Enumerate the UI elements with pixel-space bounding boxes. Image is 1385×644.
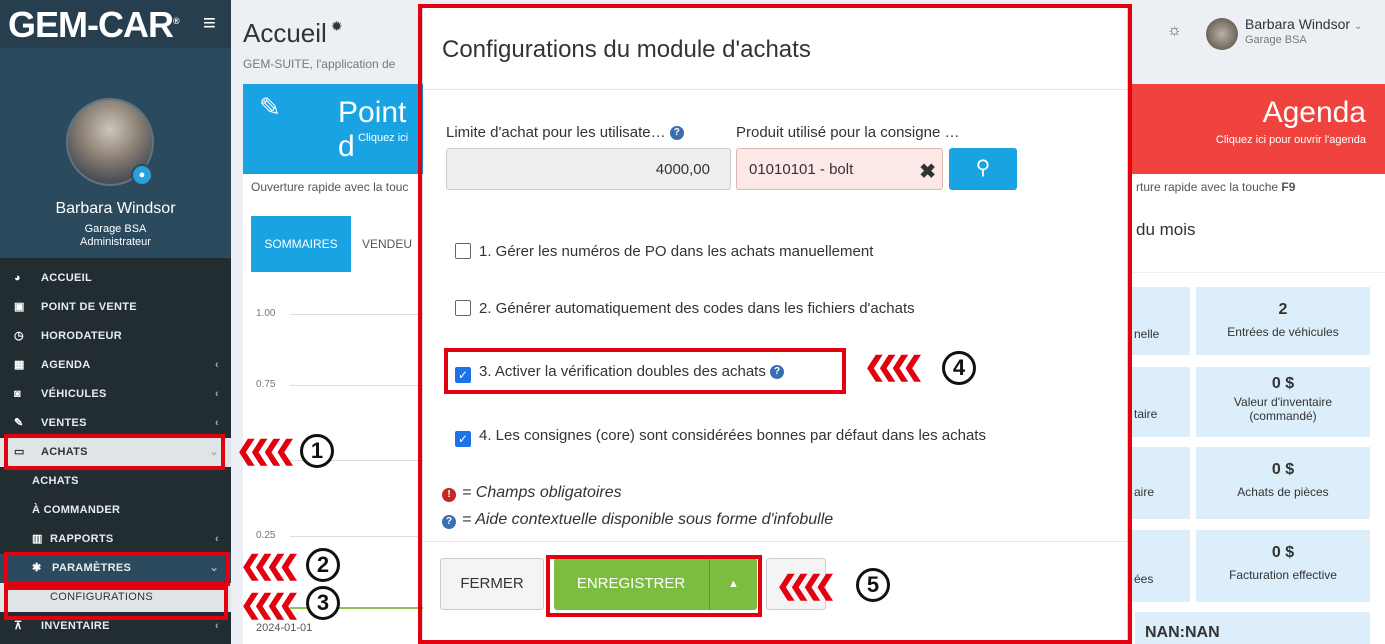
sidebar-item-agenda[interactable]: ▦ AGENDA ‹ [0, 351, 231, 380]
topbar-garage: Garage BSA [1245, 34, 1307, 46]
gear-icon[interactable]: ✹ [331, 18, 343, 34]
tile-title: Point d [338, 96, 407, 163]
sidebar-item-point-de-vente[interactable]: ▣ POINT DE VENTE [0, 293, 231, 322]
sidebar-item-accueil[interactable]: ◕ ACCUEIL [0, 264, 231, 293]
clock-icon: ◷ [14, 330, 24, 342]
callout-arrow: ❮❮❮❮ [240, 589, 300, 619]
user-badge-icon: ● [131, 164, 153, 186]
sidebar-role: Administrateur [80, 236, 151, 248]
sidebar-item-label: ACCUEIL [41, 272, 92, 284]
y-tick: 0.75 [256, 379, 276, 390]
highlight-checkbox-3 [444, 348, 846, 394]
stat-left-label: ées [1128, 530, 1190, 602]
highlight-configurations [4, 586, 228, 620]
month-title: du mois [1136, 220, 1196, 239]
calendar-icon: ▦ [14, 359, 25, 371]
highlight-save [546, 555, 762, 617]
stat-card[interactable]: 0 $ Achats de pièces [1196, 447, 1370, 519]
sidebar-item-label: HORODATEUR [41, 330, 123, 342]
sidebar-subitem-achats[interactable]: ACHATS [0, 467, 231, 496]
y-tick: 1.00 [256, 308, 276, 319]
logo-text: GEM-CAR [8, 4, 174, 45]
stat-card[interactable]: 0 $ Valeur d'inventaire (commandé) [1196, 367, 1370, 437]
sidebar-subitem-rapports[interactable]: ▥ RAPPORTS ‹ [0, 525, 231, 554]
stat-label: Facturation effective [1229, 568, 1337, 582]
stat-label: Achats de pièces [1237, 485, 1329, 499]
tab-vendeurs[interactable]: VENDEU [362, 216, 412, 272]
topbar-user-name[interactable]: Barbara Windsor ⌄ [1245, 16, 1362, 32]
callout-arrow: ❮❮❮❮ [776, 570, 836, 600]
callout-arrow: ❮❮❮❮ [236, 435, 296, 465]
agenda-tile[interactable]: Agenda Cliquez ici pour ouvrir l'agenda [1128, 84, 1385, 174]
chevron-left-icon: ‹ [215, 359, 219, 371]
callout-arrow: ❮❮❮❮ [864, 351, 924, 381]
hamburger-icon[interactable]: ≡ [203, 10, 216, 36]
highlight-achats [4, 434, 225, 470]
tile-footer-text: rture rapide avec la touche [1136, 180, 1282, 194]
sidebar-item-label: RAPPORTS [50, 533, 114, 545]
gridline [290, 536, 423, 537]
sidebar-item-horodateur[interactable]: ◷ HORODATEUR [0, 322, 231, 351]
stat-label: Valeur d'inventaire (commandé) [1233, 395, 1333, 423]
page-subtitle: GEM-SUITE, l'application de [243, 57, 396, 71]
tile-title: Agenda [1262, 96, 1366, 129]
topbar-avatar[interactable] [1206, 18, 1238, 50]
chevron-left-icon: ‹ [215, 533, 219, 545]
divider [1128, 272, 1385, 273]
bar-chart-icon: ▥ [32, 533, 43, 545]
stat-value: 0 $ [1271, 375, 1295, 392]
tab-sommaires[interactable]: SOMMAIRES [251, 216, 351, 272]
sidebar: GEM-CAR® ≡ ● Barbara Windsor Garage BSA … [0, 0, 231, 644]
sidebar-user-name: Barbara Windsor [55, 200, 176, 217]
stat-left-label: aire [1128, 447, 1190, 519]
x-tick: 2024-01-01 [256, 622, 313, 634]
stat-card[interactable]: 2 Entrées de véhicules [1196, 287, 1370, 355]
stat-card[interactable]: 0 $ Facturation effective [1196, 530, 1370, 602]
highlight-modal [418, 4, 1132, 644]
logo-mark: ® [172, 16, 180, 26]
edit-icon: ✎ [259, 92, 281, 122]
chevron-down-icon: ⌄ [1353, 21, 1363, 32]
shortcut-key: F9 [1281, 180, 1296, 194]
y-tick: 0.25 [256, 530, 276, 541]
callout-arrow: ❮❮❮❮ [240, 550, 300, 580]
gridline [290, 385, 423, 386]
sidebar-item-label: AGENDA [41, 359, 91, 371]
page-title-text: Accueil [243, 18, 327, 48]
stat-value: 0 $ [1271, 461, 1295, 478]
logo[interactable]: GEM-CAR® ≡ [0, 0, 231, 48]
dashboard-icon: ◕ [14, 272, 21, 284]
tile-subtitle: Cliquez ici pour ouvrir l'agenda [1215, 134, 1366, 146]
sidebar-item-label: VENTES [41, 417, 87, 429]
tile-subtitle: Cliquez ici [358, 132, 409, 144]
sidebar-item-label: INVENTAIRE [41, 620, 110, 632]
stat-left-label: taire [1128, 367, 1190, 437]
sidebar-item-vehicules[interactable]: ◙ VÉHICULES ‹ [0, 380, 231, 409]
chevron-left-icon: ‹ [215, 388, 219, 400]
page-title: Accueil ✹ [243, 18, 343, 49]
point-de-vente-tile[interactable]: ✎ Point d Cliquez ici [243, 84, 423, 174]
car-icon: ◙ [14, 388, 21, 400]
sidebar-subitem-a-commander[interactable]: À COMMANDER [0, 496, 231, 525]
settings-icon[interactable]: ☼ [1167, 22, 1182, 40]
stat-label: Entrées de véhicules [1227, 325, 1339, 339]
callout-number: 5 [856, 568, 890, 602]
stat-left-label: nelle [1128, 287, 1190, 355]
tile-footer: Ouverture rapide avec la touc [243, 174, 423, 202]
callout-number: 2 [306, 548, 340, 582]
highlight-parametres [4, 552, 230, 586]
callout-number: 3 [306, 586, 340, 620]
topbar-user-text: Barbara Windsor [1245, 16, 1351, 32]
stat-value: 0 $ [1271, 544, 1295, 561]
sidebar-garage: Garage BSA [84, 223, 147, 235]
callout-number: 1 [300, 434, 334, 468]
sidebar-item-label: POINT DE VENTE [41, 301, 137, 313]
sidebar-item-label: VÉHICULES [41, 388, 107, 400]
nan-value: NAN:NAN [1145, 624, 1220, 641]
tile-footer: rture rapide avec la touche F9 [1128, 174, 1385, 202]
stat-value: 2 [1278, 301, 1288, 318]
cash-icon: ▣ [14, 301, 25, 313]
callout-number: 4 [942, 351, 976, 385]
gridline [290, 314, 423, 315]
